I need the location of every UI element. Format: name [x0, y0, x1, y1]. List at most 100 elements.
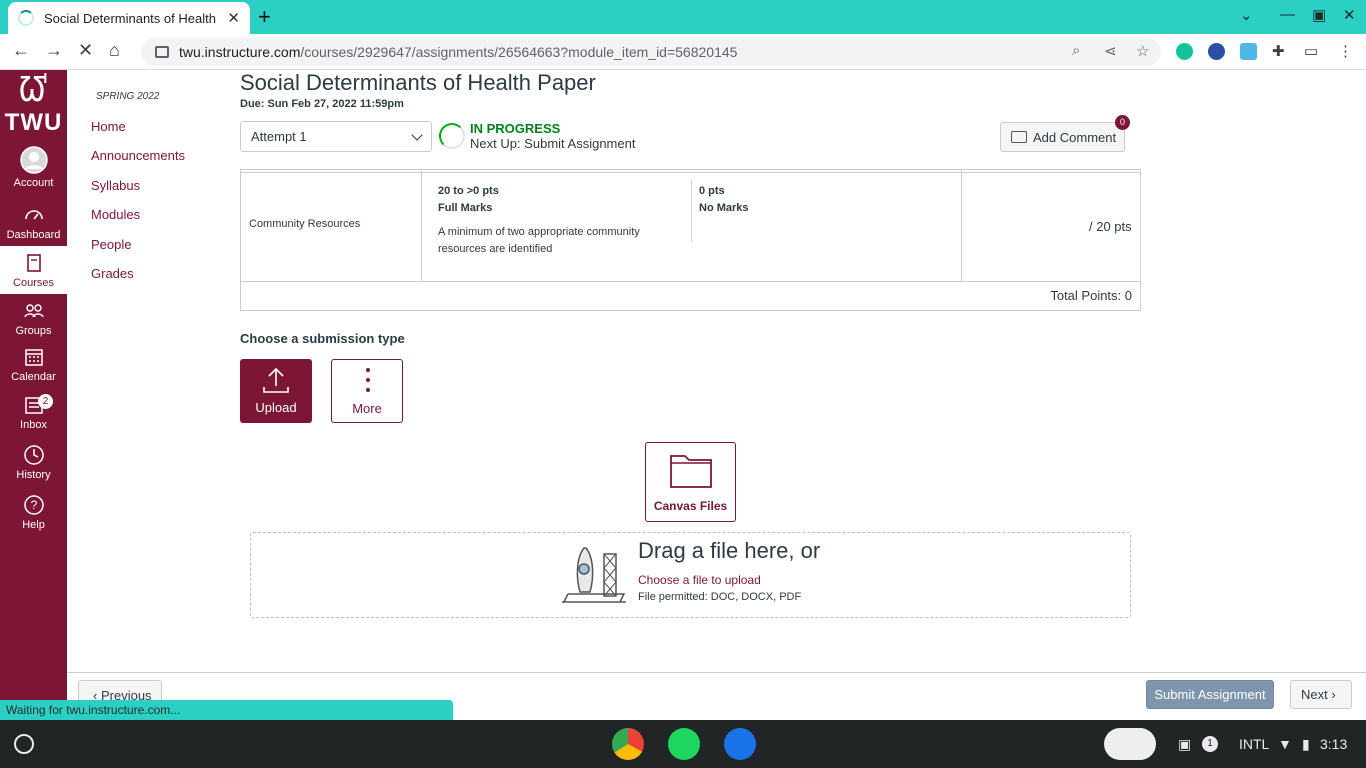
twu-logo[interactable]: ᘺ TWU: [0, 70, 67, 142]
chevron-down-icon: [411, 129, 423, 141]
battery-icon[interactable]: ▮: [1302, 736, 1310, 753]
next-label: Next: [1301, 687, 1328, 702]
clock[interactable]: 3:13: [1320, 736, 1347, 752]
course-nav-syllabus[interactable]: Syllabus: [91, 178, 140, 193]
submit-assignment-button[interactable]: Submit Assignment: [1146, 680, 1274, 709]
cast-icon[interactable]: ▭: [1304, 42, 1318, 60]
nav-groups[interactable]: Groups: [0, 300, 67, 350]
wifi-icon[interactable]: ▼: [1278, 736, 1292, 752]
help-icon: ?: [23, 495, 44, 515]
nav-label: Courses: [13, 277, 54, 289]
address-bar[interactable]: twu.instructure.com/courses/2929647/assi…: [141, 38, 1161, 66]
rating-label: No Marks: [699, 202, 749, 214]
course-nav-people[interactable]: People: [91, 237, 131, 252]
course-nav-grades[interactable]: Grades: [91, 266, 134, 281]
stop-loading-icon[interactable]: ✕: [78, 40, 93, 61]
nav-history[interactable]: History: [0, 444, 67, 494]
rubric-row-divider: [241, 281, 1140, 282]
browser-menu-icon[interactable]: ⋮: [1338, 42, 1353, 60]
nav-label: Groups: [15, 325, 52, 337]
zoom-icon[interactable]: ⌕: [1072, 42, 1080, 59]
next-up-text: Next Up: Submit Assignment: [470, 136, 636, 151]
rating-full-marks[interactable]: 20 to >0 pts Full Marks A minimum of two…: [438, 185, 658, 258]
launcher-icon[interactable]: [14, 734, 34, 754]
phone-hub-avatar[interactable]: [1104, 728, 1156, 760]
due-date: Due: Sun Feb 27, 2022 11:59pm: [240, 98, 404, 110]
upload-icon: [263, 367, 289, 393]
nav-courses[interactable]: Courses: [0, 246, 67, 294]
minimize-button[interactable]: —: [1280, 6, 1295, 23]
canvas-files-button[interactable]: Canvas Files: [645, 442, 736, 522]
nav-help[interactable]: ? Help: [0, 494, 67, 544]
file-permitted-text: File permitted: DOC, DOCX, PDF: [638, 591, 802, 603]
progress-ring-icon: [439, 123, 465, 149]
next-button[interactable]: Next ›: [1290, 680, 1352, 709]
rating-no-marks[interactable]: 0 pts No Marks: [699, 185, 749, 214]
courses-icon: [26, 254, 41, 272]
attempt-select[interactable]: Attempt 1: [240, 121, 432, 152]
assignment-title: Social Determinants of Health Paper: [240, 70, 596, 95]
dashboard-icon: [24, 210, 43, 220]
share-icon[interactable]: ⋖: [1104, 42, 1117, 60]
notification-count[interactable]: 1: [1202, 736, 1218, 752]
rating-points: 20 to >0 pts: [438, 185, 499, 197]
course-nav-home[interactable]: Home: [91, 119, 126, 134]
course-nav-modules[interactable]: Modules: [91, 207, 140, 222]
camera-app-icon[interactable]: [724, 728, 756, 760]
nav-account[interactable]: Account: [0, 146, 67, 196]
site-info-icon[interactable]: [155, 46, 169, 58]
browser-tab-strip: Social Determinants of Health P ✕ + ⌄ — …: [0, 0, 1366, 34]
rating-label: Full Marks: [438, 202, 493, 214]
new-tab-button[interactable]: +: [258, 4, 271, 30]
comment-count-badge: 0: [1115, 115, 1130, 130]
attempt-value: Attempt 1: [251, 129, 307, 144]
upload-button[interactable]: Upload: [240, 359, 312, 423]
nav-label: Dashboard: [6, 229, 61, 241]
spotify-app-icon[interactable]: [668, 728, 700, 760]
rating-divider: [691, 180, 692, 242]
history-icon: [23, 445, 44, 465]
extensions-puzzle-icon[interactable]: ✚: [1272, 42, 1285, 60]
back-icon[interactable]: ←: [12, 40, 30, 61]
account-icon: [19, 146, 48, 174]
course-nav-announcements[interactable]: Announcements: [91, 148, 185, 163]
browser-toolbar: ← → ✕ ⌂ twu.instructure.com/courses/2929…: [0, 34, 1366, 70]
input-method[interactable]: INTL: [1239, 736, 1269, 752]
cloud-extension-icon[interactable]: [1240, 43, 1257, 60]
close-tab-icon[interactable]: ✕: [227, 9, 240, 27]
twu-logo-mark: ᘺ: [18, 70, 49, 110]
calendar-icon: [24, 349, 43, 366]
tab-title: Social Determinants of Health P: [43, 10, 220, 26]
criterion-points: / 20 pts: [1089, 219, 1132, 234]
nav-label: Calendar: [11, 371, 56, 383]
nav-label: Help: [22, 519, 45, 531]
close-window-button[interactable]: ✕: [1343, 6, 1356, 24]
bookmark-star-icon[interactable]: ☆: [1136, 42, 1149, 60]
more-vertical-icon: [366, 368, 370, 392]
rubric-table: Community Resources 20 to >0 pts Full Ma…: [240, 169, 1141, 311]
forward-icon[interactable]: →: [45, 40, 63, 61]
more-label: More: [352, 401, 382, 416]
drag-file-text: Drag a file here, or: [638, 538, 821, 563]
tab-search-icon[interactable]: ⌄: [1240, 6, 1253, 24]
extension-icon[interactable]: [1208, 43, 1225, 60]
nav-calendar[interactable]: Calendar: [0, 346, 67, 396]
twu-logo-text: TWU: [4, 109, 63, 136]
status-in-progress: IN PROGRESS: [470, 121, 561, 136]
choose-file-link[interactable]: Choose a file to upload: [638, 573, 761, 587]
add-comment-button[interactable]: Add Comment: [1000, 122, 1125, 152]
home-icon[interactable]: ⌂: [109, 40, 120, 61]
rocket-launch-icon: [562, 547, 626, 603]
grammarly-extension-icon[interactable]: [1176, 43, 1193, 60]
tote-icon[interactable]: ▣: [1178, 736, 1191, 753]
global-navigation: ᘺ TWU Account Dashboard Courses Groups C…: [0, 70, 67, 720]
browser-tab[interactable]: Social Determinants of Health P ✕: [8, 2, 250, 34]
nav-inbox[interactable]: 2 Inbox: [0, 394, 67, 444]
submission-type-heading: Choose a submission type: [240, 331, 405, 346]
browser-status-bubble: Waiting for twu.instructure.com...: [0, 700, 453, 720]
more-submission-types-button[interactable]: More: [331, 359, 403, 423]
upload-label: Upload: [255, 400, 297, 415]
maximize-button[interactable]: ▣: [1312, 6, 1326, 24]
rubric-column-divider: [421, 170, 422, 281]
chrome-app-icon[interactable]: [612, 728, 644, 760]
